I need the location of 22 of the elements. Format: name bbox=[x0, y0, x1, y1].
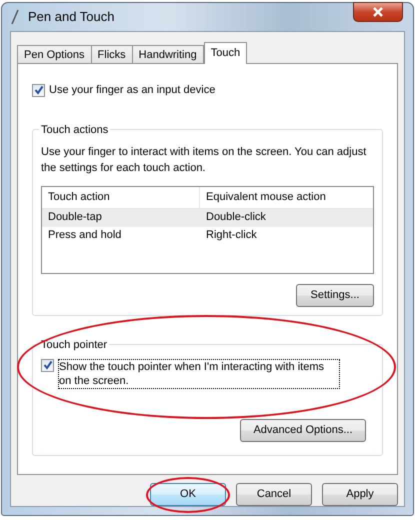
description-text: Use your finger to interact with items on the screen. You can adjust the settings for each touch action. bbox=[41, 144, 368, 176]
pen-icon bbox=[10, 9, 20, 25]
list-row[interactable]: Press and hold Right-click bbox=[42, 226, 373, 244]
checkbox[interactable] bbox=[32, 84, 45, 97]
tab[interactable]: Handwriting bbox=[132, 45, 204, 64]
close-button[interactable] bbox=[353, 2, 403, 22]
checkbox[interactable] bbox=[41, 358, 54, 372]
checkbox-label[interactable]: Show the touch pointer when I'm interacting with items on the screen. bbox=[58, 358, 340, 388]
settings-button[interactable]: Settings... bbox=[296, 284, 374, 306]
tab[interactable]: Pen Options bbox=[17, 45, 92, 64]
column-header: Touch action bbox=[42, 186, 200, 208]
tab[interactable]: Touch bbox=[204, 42, 248, 64]
list-row[interactable]: Double-tap Double-click bbox=[42, 208, 373, 226]
dialog-button[interactable]: Apply bbox=[322, 483, 398, 506]
close-icon bbox=[372, 7, 384, 17]
column-header: Equivalent mouse action bbox=[205, 190, 326, 205]
dialog-button[interactable]: Cancel bbox=[236, 483, 312, 506]
tab[interactable]: Flicks bbox=[90, 45, 133, 64]
checkbox-label[interactable]: Use your finger as an input device bbox=[49, 82, 216, 98]
window-title: Pen and Touch bbox=[28, 8, 114, 26]
dialog-button[interactable]: OK bbox=[150, 483, 226, 506]
advanced-options-button[interactable]: Advanced Options... bbox=[240, 418, 366, 442]
